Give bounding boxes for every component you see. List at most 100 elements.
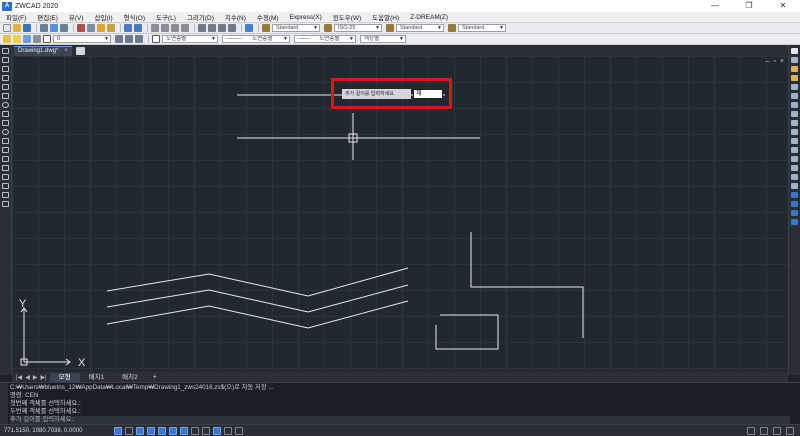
- linetype-select[interactable]: ──── 도면층별 ▼: [222, 35, 290, 43]
- menu-insert[interactable]: 삽입(I): [95, 12, 113, 22]
- next-tab-icon[interactable]: ▶: [33, 374, 38, 381]
- zoom-in-icon[interactable]: [791, 201, 798, 207]
- ellipse-arc-icon[interactable]: [2, 138, 9, 144]
- osnap-toggle-icon[interactable]: [158, 426, 166, 435]
- menu-zdream[interactable]: Z-DREAM(Z): [410, 14, 448, 21]
- move-icon[interactable]: [791, 93, 798, 99]
- customization-icon[interactable]: [773, 427, 781, 435]
- break-icon[interactable]: [791, 147, 798, 153]
- chamfer-icon[interactable]: [791, 165, 798, 171]
- undo-icon[interactable]: [124, 24, 132, 32]
- pan-icon[interactable]: [151, 24, 159, 32]
- save-icon[interactable]: [23, 24, 31, 32]
- workspace-icon[interactable]: [235, 426, 243, 435]
- layer-states-icon[interactable]: [135, 35, 143, 43]
- plot-preview-icon[interactable]: [50, 24, 58, 32]
- otrack-toggle-icon[interactable]: [169, 426, 177, 435]
- polar-toggle-icon[interactable]: [147, 426, 155, 435]
- text-style-select[interactable]: Standard ▼: [272, 24, 320, 32]
- polygon-icon[interactable]: [2, 75, 9, 81]
- close-icon[interactable]: ×: [64, 47, 68, 56]
- open-folder-icon[interactable]: [13, 24, 21, 32]
- make-block-icon[interactable]: [2, 156, 9, 162]
- copy-object-icon[interactable]: [791, 57, 798, 63]
- dynamic-input-field[interactable]: 채: [413, 89, 443, 99]
- clean-screen-icon[interactable]: [760, 427, 768, 435]
- stretch-icon[interactable]: [791, 120, 798, 126]
- tab-model[interactable]: 모형: [49, 372, 80, 382]
- menu-help[interactable]: 도움말(H): [372, 12, 399, 22]
- menu-express[interactable]: Express(X): [290, 14, 322, 21]
- minimize-button[interactable]: —: [698, 0, 732, 12]
- table-style-select[interactable]: Standard ▼: [396, 24, 444, 32]
- copy-icon[interactable]: [87, 24, 95, 32]
- menu-file[interactable]: 파일(F): [6, 12, 26, 22]
- help-icon[interactable]: [245, 24, 253, 32]
- plot-style-select[interactable]: 색상별 ▼: [360, 35, 406, 43]
- rectangle-icon[interactable]: [2, 84, 9, 90]
- erase-icon[interactable]: [791, 48, 798, 54]
- tab-layout2[interactable]: 배치2: [113, 373, 147, 382]
- ortho-toggle-icon[interactable]: [136, 426, 144, 435]
- command-input[interactable]: 추가 길이를 입력하세요.:: [10, 416, 790, 424]
- zoom-window-icon[interactable]: [171, 24, 179, 32]
- revision-cloud-icon[interactable]: [2, 111, 9, 117]
- lineweight-toggle-icon[interactable]: [191, 426, 199, 435]
- offset-icon[interactable]: [791, 75, 798, 81]
- menu-dimension[interactable]: 치수(N): [225, 12, 246, 22]
- new-tab-icon[interactable]: [75, 46, 85, 55]
- circle-icon[interactable]: [2, 102, 9, 108]
- menu-view[interactable]: 뷰(V): [69, 12, 84, 22]
- tool-palettes-icon[interactable]: [218, 24, 226, 32]
- rotate-icon[interactable]: [791, 102, 798, 108]
- design-center-icon[interactable]: [208, 24, 216, 32]
- layer-previous-icon[interactable]: [125, 35, 133, 43]
- point-icon[interactable]: [2, 165, 9, 171]
- maximize-button[interactable]: ❐: [732, 0, 766, 12]
- insert-block-icon[interactable]: [2, 147, 9, 153]
- multiline-text-icon[interactable]: [2, 201, 9, 207]
- lineweight-select[interactable]: ─── 도면층별 ▼: [294, 35, 356, 43]
- layer-on-icon[interactable]: [13, 35, 21, 43]
- menu-tools[interactable]: 도구(L): [156, 12, 176, 22]
- grid-toggle-icon[interactable]: [125, 426, 133, 435]
- first-tab-icon[interactable]: |◀: [16, 374, 22, 381]
- fillet-icon[interactable]: [791, 174, 798, 180]
- scale-icon[interactable]: [791, 111, 798, 117]
- properties-icon[interactable]: [198, 24, 206, 32]
- print-icon[interactable]: [40, 24, 48, 32]
- mirror-icon[interactable]: [791, 66, 798, 72]
- cut-icon[interactable]: [77, 24, 85, 32]
- match-properties-icon[interactable]: [107, 24, 115, 32]
- make-current-layer-icon[interactable]: [115, 35, 123, 43]
- layer-freeze-icon[interactable]: [23, 35, 31, 43]
- add-layout-icon[interactable]: +: [153, 374, 157, 381]
- arc-icon[interactable]: [2, 93, 9, 99]
- ellipse-icon[interactable]: [2, 129, 9, 135]
- zoom-previous-icon[interactable]: [181, 24, 189, 32]
- layer-lock-icon[interactable]: [33, 35, 41, 43]
- menu-edit[interactable]: 편집(E): [37, 12, 58, 22]
- explode-icon[interactable]: [791, 183, 798, 189]
- menu-modify[interactable]: 수정(M): [257, 12, 279, 22]
- dim-style-select[interactable]: ISO-25 ▼: [334, 24, 382, 32]
- fullscreen-icon[interactable]: [786, 427, 794, 435]
- extend-icon[interactable]: [791, 138, 798, 144]
- spline-icon[interactable]: [2, 120, 9, 126]
- zoom-realtime-icon[interactable]: [161, 24, 169, 32]
- trim-icon[interactable]: [791, 129, 798, 135]
- command-window-grip[interactable]: [0, 383, 8, 425]
- lock-ui-icon[interactable]: [747, 427, 755, 435]
- menu-format[interactable]: 형식(O): [124, 12, 145, 22]
- zoom-extents-icon[interactable]: [791, 192, 798, 198]
- region-icon[interactable]: [2, 183, 9, 189]
- close-button[interactable]: ✕: [766, 0, 800, 12]
- previous-tab-icon[interactable]: ◀: [25, 374, 30, 381]
- layer-select[interactable]: 0 ▼: [53, 35, 111, 43]
- transparency-toggle-icon[interactable]: [202, 426, 210, 435]
- menu-window[interactable]: 윈도우(W): [333, 12, 361, 22]
- construction-line-icon[interactable]: [2, 57, 9, 63]
- snap-toggle-icon[interactable]: [114, 426, 122, 435]
- redo-icon[interactable]: [134, 24, 142, 32]
- hatch-icon[interactable]: [2, 174, 9, 180]
